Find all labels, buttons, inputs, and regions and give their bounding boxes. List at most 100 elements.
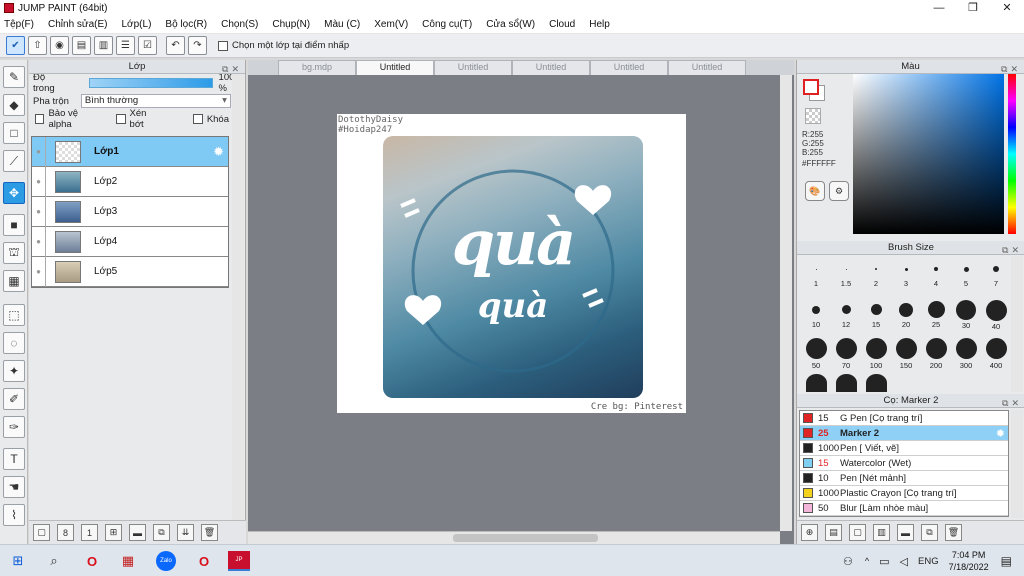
new-8bit-layer-icon[interactable]: 8 — [57, 524, 74, 541]
brush-size-option[interactable]: 30 — [951, 300, 981, 330]
select-layer-checkbox[interactable] — [218, 40, 228, 51]
add-layer-menu-icon[interactable]: ⊞ — [105, 524, 122, 541]
document-icon[interactable]: ▥ — [94, 36, 113, 55]
list-icon[interactable]: ☰ — [116, 36, 135, 55]
merge-down-icon[interactable]: ⇊ — [177, 524, 194, 541]
export-icon[interactable]: ⇧ — [28, 36, 47, 55]
menu-select[interactable]: Chọn(S) — [221, 19, 258, 30]
menu-cloud[interactable]: Cloud — [549, 19, 575, 30]
fill-rect-tool-icon[interactable]: ■ — [3, 214, 25, 236]
brush-size-option[interactable]: 20 — [891, 300, 921, 329]
select-eraser-icon[interactable]: ✑ — [3, 416, 25, 438]
brush-size-option[interactable] — [801, 374, 831, 392]
protect-alpha-option[interactable]: Bảo vệ alpha — [35, 108, 100, 130]
close-icon[interactable]: ✕ — [990, 0, 1024, 16]
clipping-checkbox[interactable] — [116, 114, 126, 124]
saturation-value-picker[interactable] — [853, 74, 1004, 234]
brush-size-option[interactable]: 4 — [921, 264, 951, 288]
people-icon[interactable]: ⚇ — [843, 555, 853, 568]
brush-size-option[interactable]: 150 — [891, 338, 921, 370]
jump-paint-taskbar-icon[interactable]: JP — [228, 551, 250, 571]
transparent-swatch[interactable] — [805, 108, 821, 124]
rectangle-tool-icon[interactable]: □ — [3, 122, 25, 144]
comment-icon[interactable]: ▤ — [72, 36, 91, 55]
tab-untitled[interactable]: Untitled — [590, 60, 668, 75]
brush-size-option[interactable] — [861, 374, 891, 392]
brush-size-option[interactable]: 5 — [951, 264, 981, 288]
volume-icon[interactable]: ◁ — [900, 555, 908, 568]
lasso-select-icon[interactable]: ◌ — [3, 332, 25, 354]
layer-item[interactable]: ● Lớp1 ✹ — [32, 136, 228, 167]
color-settings-icon[interactable]: ⚙ — [829, 181, 849, 201]
canvas-vertical-scrollbar[interactable] — [780, 75, 792, 531]
maximize-icon[interactable]: ❐ — [956, 0, 990, 16]
delete-layer-icon[interactable]: 🗑 — [201, 524, 218, 541]
lock-checkbox[interactable] — [192, 114, 203, 124]
visibility-icon[interactable]: ● — [32, 196, 46, 227]
duplicate-layer-icon[interactable]: ⧉ — [153, 524, 170, 541]
brush-list-item[interactable]: 15 Watercolor (Wet) — [800, 456, 1008, 471]
network-icon[interactable]: ▭ — [879, 555, 889, 568]
opera-icon[interactable]: O — [82, 551, 102, 571]
menu-color[interactable]: Màu (C) — [324, 19, 360, 30]
brush-document-icon[interactable]: ▥ — [873, 524, 890, 541]
menu-layer[interactable]: Lớp(L) — [122, 19, 152, 30]
brush-size-option[interactable]: 70 — [831, 338, 861, 370]
brush-list-item[interactable]: 50 Blur [Làm nhòe màu] — [800, 501, 1008, 516]
visibility-icon[interactable]: ● — [32, 226, 46, 257]
tab-untitled[interactable]: Untitled — [668, 60, 746, 75]
menu-capture[interactable]: Chụp(N) — [272, 19, 310, 30]
brush-size-option[interactable]: 12 — [831, 300, 861, 329]
brush-size-option[interactable]: 300 — [951, 338, 981, 370]
protect-alpha-checkbox[interactable] — [35, 114, 45, 124]
new-1bit-layer-icon[interactable]: 1 — [81, 524, 98, 541]
layer-item[interactable]: ● Lớp4 — [32, 226, 228, 257]
eyedropper-icon[interactable]: ⌇ — [3, 504, 25, 526]
brush-size-option[interactable]: 200 — [921, 338, 951, 370]
select-pen-icon[interactable]: ✐ — [3, 388, 25, 410]
foreground-color-swatch[interactable] — [803, 79, 819, 95]
layer-item[interactable]: ● Lớp5 — [32, 256, 228, 287]
brush-size-option[interactable]: 1.5 — [831, 264, 861, 288]
search-icon[interactable]: ⌕ — [44, 551, 64, 571]
tab-untitled-active[interactable]: Untitled — [356, 60, 434, 75]
opera-gx-icon[interactable]: O — [194, 551, 214, 571]
brush-size-option[interactable]: 400 — [981, 338, 1011, 370]
bucket-tool-icon[interactable]: ⛫ — [3, 242, 25, 264]
magic-wand-icon[interactable]: ✦ — [3, 360, 25, 382]
brush-size-option[interactable]: 100 — [861, 338, 891, 370]
undo-icon[interactable]: ↶ — [166, 36, 185, 55]
menu-help[interactable]: Help — [589, 19, 610, 30]
brush-size-option[interactable]: 2 — [861, 264, 891, 288]
brush-tool-icon[interactable]: ✎ — [3, 66, 25, 88]
brush-size-option[interactable] — [831, 374, 861, 392]
brush-size-scrollbar[interactable] — [1011, 256, 1023, 392]
brush-list-item[interactable]: 25 Marker 2 ✹ — [800, 426, 1008, 441]
brush-size-option[interactable]: 15 — [861, 300, 891, 329]
palette-icon[interactable]: 🎨 — [805, 181, 825, 201]
eraser-tool-icon[interactable]: ◆ — [3, 94, 25, 116]
canvas-page[interactable]: DotothyDaisy #Hoidap247 quà quà Cre bg: … — [337, 114, 686, 413]
check-icon[interactable]: ✔ — [6, 36, 25, 55]
start-icon[interactable]: ⊞ — [8, 551, 28, 571]
visibility-icon[interactable]: ● — [32, 136, 46, 167]
brush-list-item[interactable]: 10 Pen [Nét mảnh] — [800, 471, 1008, 486]
brush-menu-icon[interactable]: ▤ — [825, 524, 842, 541]
select-layer-on-click[interactable]: Chọn một lớp tại điểm nhấp — [218, 40, 349, 51]
menu-filter[interactable]: Bộ lọc(R) — [165, 19, 207, 30]
text-tool-icon[interactable]: T — [3, 448, 25, 470]
speech-bubble-icon[interactable]: ◉ — [50, 36, 69, 55]
brush-list-item[interactable]: 15 G Pen [Cọ trang trí] — [800, 411, 1008, 426]
brush-folder-icon[interactable]: ▬ — [897, 524, 914, 541]
menu-window[interactable]: Cửa sổ(W) — [486, 19, 535, 30]
brush-size-option[interactable]: 10 — [801, 300, 831, 329]
delete-brush-icon[interactable]: 🗑 — [945, 524, 962, 541]
gradient-tool-icon[interactable]: ▦ — [3, 270, 25, 292]
folder-icon[interactable]: ▬ — [129, 524, 146, 541]
panel-window-buttons[interactable]: ⧉✕ — [1002, 396, 1022, 410]
clock[interactable]: 7:04 PM 7/18/2022 — [949, 549, 989, 573]
copy-brush-icon[interactable]: ▢ — [849, 524, 866, 541]
layer-item[interactable]: ● Lớp3 — [32, 196, 228, 227]
panel-window-buttons[interactable]: ⧉✕ — [1002, 243, 1022, 257]
line-tool-icon[interactable]: ⟋ — [3, 150, 25, 172]
